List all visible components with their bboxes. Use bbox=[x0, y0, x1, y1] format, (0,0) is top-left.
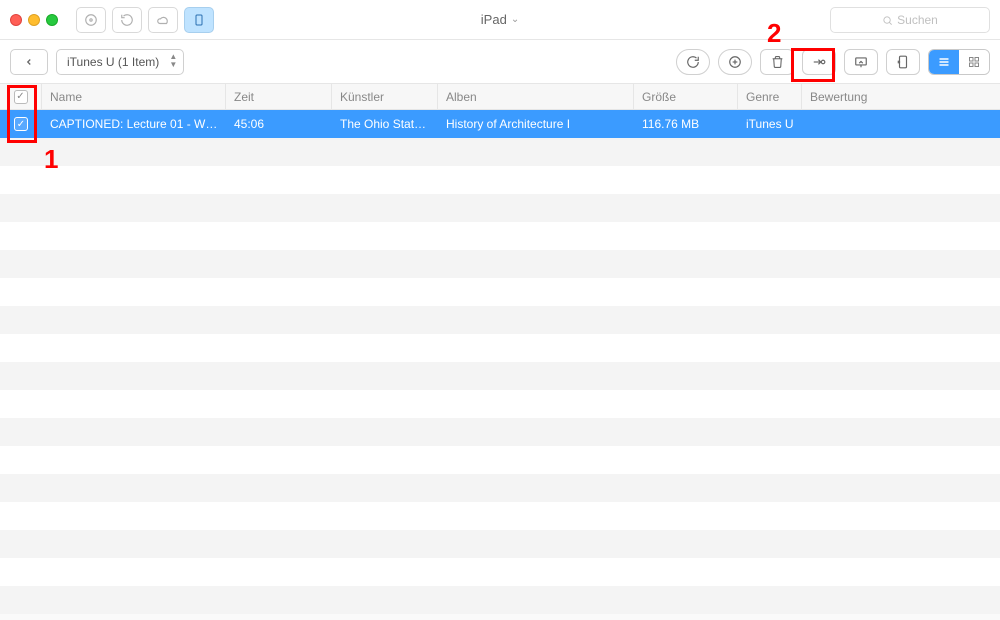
window-title-text: iPad bbox=[481, 12, 507, 27]
category-dropdown[interactable]: iTunes U (1 Item) ▲▼ bbox=[56, 49, 184, 75]
to-itunes-button[interactable] bbox=[802, 49, 836, 75]
minimize-window-icon[interactable] bbox=[28, 14, 40, 26]
search-input[interactable]: Suchen bbox=[830, 7, 990, 33]
col-genre[interactable]: Genre bbox=[738, 84, 802, 109]
updown-icon: ▲▼ bbox=[169, 53, 177, 69]
table-row bbox=[0, 586, 1000, 614]
add-button[interactable] bbox=[718, 49, 752, 75]
maximize-window-icon[interactable] bbox=[46, 14, 58, 26]
back-button[interactable] bbox=[10, 49, 48, 75]
window-title[interactable]: iPad ⌄ bbox=[481, 12, 519, 27]
table-row bbox=[0, 474, 1000, 502]
chevron-down-icon: ⌄ bbox=[511, 14, 519, 25]
col-size[interactable]: Größe bbox=[634, 84, 738, 109]
table-row bbox=[0, 390, 1000, 418]
table-row[interactable]: ✓ CAPTIONED: Lecture 01 - Wh… 45:06 The … bbox=[0, 110, 1000, 138]
table-row bbox=[0, 166, 1000, 194]
row-artist: The Ohio State… bbox=[332, 117, 438, 131]
table-row bbox=[0, 334, 1000, 362]
mode-disc-button[interactable] bbox=[76, 7, 106, 33]
titlebar: iPad ⌄ Suchen bbox=[0, 0, 1000, 40]
row-album: History of Architecture I bbox=[438, 117, 634, 131]
table-row bbox=[0, 194, 1000, 222]
table-row bbox=[0, 502, 1000, 530]
col-time[interactable]: Zeit bbox=[226, 84, 332, 109]
table-row bbox=[0, 222, 1000, 250]
col-artist[interactable]: Künstler bbox=[332, 84, 438, 109]
refresh-button[interactable] bbox=[676, 49, 710, 75]
search-icon bbox=[882, 15, 893, 26]
delete-button[interactable] bbox=[760, 49, 794, 75]
mode-selector bbox=[76, 7, 220, 33]
row-check-cell[interactable]: ✓ bbox=[0, 117, 42, 131]
view-toggle bbox=[928, 49, 990, 75]
toolbar-actions bbox=[676, 49, 990, 75]
category-dropdown-label: iTunes U (1 Item) bbox=[67, 55, 159, 69]
list-view-button[interactable] bbox=[929, 50, 959, 74]
select-all-checkbox[interactable]: ✓ bbox=[14, 90, 28, 104]
row-name: CAPTIONED: Lecture 01 - Wh… bbox=[42, 117, 226, 131]
mode-history-button[interactable] bbox=[112, 7, 142, 33]
col-name[interactable]: Name bbox=[42, 84, 226, 109]
table-row bbox=[0, 250, 1000, 278]
row-size: 116.76 MB bbox=[634, 117, 738, 131]
select-all-cell[interactable]: ✓ bbox=[0, 84, 42, 109]
table-row bbox=[0, 306, 1000, 334]
table-row bbox=[0, 362, 1000, 390]
table-row bbox=[0, 418, 1000, 446]
table-row bbox=[0, 138, 1000, 166]
table-row bbox=[0, 446, 1000, 474]
table-header: ✓ Name Zeit Künstler Alben Größe Genre B… bbox=[0, 84, 1000, 110]
table-row bbox=[0, 530, 1000, 558]
grid-view-button[interactable] bbox=[959, 50, 989, 74]
col-rating[interactable]: Bewertung bbox=[802, 84, 1000, 109]
table-row bbox=[0, 278, 1000, 306]
window-controls bbox=[10, 14, 58, 26]
to-computer-button[interactable] bbox=[844, 49, 878, 75]
col-album[interactable]: Alben bbox=[438, 84, 634, 109]
row-checkbox[interactable]: ✓ bbox=[14, 117, 28, 131]
close-window-icon[interactable] bbox=[10, 14, 22, 26]
table-body: ✓ CAPTIONED: Lecture 01 - Wh… 45:06 The … bbox=[0, 110, 1000, 620]
mode-cloud-button[interactable] bbox=[148, 7, 178, 33]
row-genre: iTunes U bbox=[738, 117, 802, 131]
to-device-button[interactable] bbox=[886, 49, 920, 75]
row-time: 45:06 bbox=[226, 117, 332, 131]
table-row bbox=[0, 558, 1000, 586]
toolbar: iTunes U (1 Item) ▲▼ bbox=[0, 40, 1000, 84]
mode-device-button[interactable] bbox=[184, 7, 214, 33]
search-placeholder: Suchen bbox=[897, 13, 938, 27]
